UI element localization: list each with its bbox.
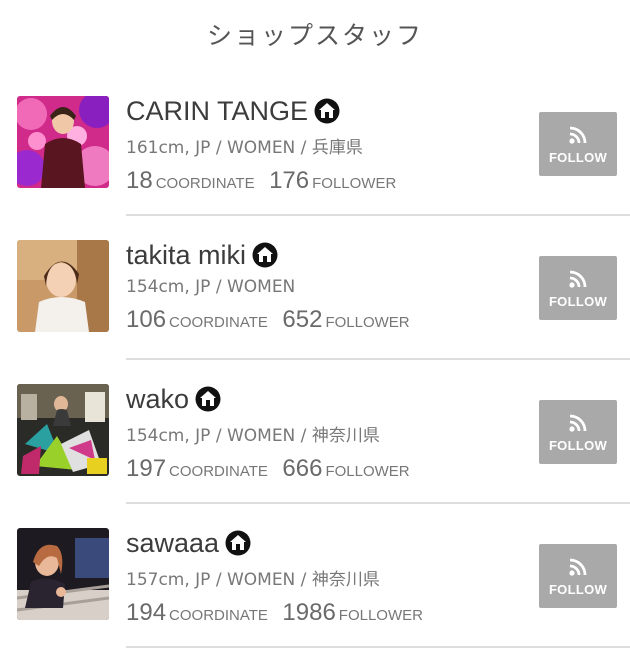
staff-list-item[interactable]: wako 154cm, JP / WOMEN / 神奈川県 197 COORDIN… (0, 360, 630, 504)
follow-button[interactable]: FOLLOW (539, 112, 617, 176)
staff-info: takita miki 154cm, JP / WOMEN 106 COORDIN… (126, 238, 526, 334)
staff-profile: 154cm, JP / WOMEN (126, 277, 296, 297)
follower-count: 1986 (282, 599, 336, 626)
name-row: CARIN TANGE (126, 94, 526, 128)
follow-label: FOLLOW (548, 438, 608, 453)
follow-button[interactable]: FOLLOW (539, 544, 617, 608)
staff-stats: 106 COORDINATE 652 FOLLOWER (126, 306, 526, 334)
staff-name[interactable]: takita miki (126, 240, 246, 271)
staff-info: wako 154cm, JP / WOMEN / 神奈川県 197 COORDIN… (126, 382, 526, 483)
follower-label: FOLLOWER (338, 607, 423, 624)
divider (126, 646, 630, 648)
staff-list-item[interactable]: sawaaa 157cm, JP / WOMEN / 神奈川県 194 COORD… (0, 504, 630, 648)
staff-list: CARIN TANGE 161cm, JP / WOMEN / 兵庫県 18 CO… (0, 72, 630, 648)
follow-button[interactable]: FOLLOW (539, 256, 617, 320)
staff-name[interactable]: sawaaa (126, 528, 219, 559)
follow-button[interactable]: FOLLOW (539, 400, 617, 464)
follower-count: 652 (282, 306, 323, 333)
name-row: sawaaa (126, 526, 526, 560)
coordinate-count: 194 (126, 599, 167, 626)
staff-stats: 197 COORDINATE 666 FOLLOWER (126, 455, 526, 483)
follow-label: FOLLOW (548, 150, 608, 165)
shop-house-icon (195, 386, 221, 412)
shop-staff-page: ショップスタッフ CARIN TANGE 161cm, JP / WOMEN /… (0, 0, 630, 661)
coordinate-count: 106 (126, 306, 167, 333)
page-title: ショップスタッフ (206, 21, 423, 50)
follower-label: FOLLOWER (312, 175, 397, 192)
coordinate-label: COORDINATE (155, 175, 255, 192)
coordinate-label: COORDINATE (169, 607, 268, 624)
follow-label: FOLLOW (548, 294, 608, 309)
staff-avatar[interactable] (17, 528, 109, 620)
staff-avatar[interactable] (17, 384, 109, 476)
coordinate-label: COORDINATE (169, 314, 268, 331)
coordinate-count: 18 (126, 167, 153, 194)
staff-stats: 18 COORDINATE 176 FOLLOWER (126, 167, 526, 195)
follower-count: 176 (269, 167, 310, 194)
staff-list-item[interactable]: CARIN TANGE 161cm, JP / WOMEN / 兵庫県 18 CO… (0, 72, 630, 216)
name-row: wako (126, 382, 526, 416)
staff-avatar[interactable] (17, 240, 109, 332)
follower-label: FOLLOWER (325, 314, 410, 331)
staff-profile: 154cm, JP / WOMEN / 神奈川県 (126, 426, 380, 446)
staff-profile: 161cm, JP / WOMEN / 兵庫県 (126, 138, 363, 158)
name-row: takita miki (126, 238, 526, 272)
rss-icon (568, 125, 588, 145)
staff-name[interactable]: wako (126, 384, 189, 415)
staff-info: CARIN TANGE 161cm, JP / WOMEN / 兵庫県 18 CO… (126, 94, 526, 195)
staff-stats: 194 COORDINATE 1986 FOLLOWER (126, 599, 526, 627)
staff-info: sawaaa 157cm, JP / WOMEN / 神奈川県 194 COORD… (126, 526, 526, 627)
rss-icon (568, 557, 588, 577)
staff-profile: 157cm, JP / WOMEN / 神奈川県 (126, 570, 380, 590)
follower-count: 666 (282, 455, 323, 482)
rss-icon (568, 269, 588, 289)
coordinate-label: COORDINATE (169, 463, 268, 480)
coordinate-count: 197 (126, 455, 167, 482)
shop-house-icon (314, 98, 340, 124)
staff-name[interactable]: CARIN TANGE (126, 96, 308, 127)
shop-house-icon (225, 530, 251, 556)
shop-house-icon (252, 242, 278, 268)
follower-label: FOLLOWER (325, 463, 410, 480)
staff-list-item[interactable]: takita miki 154cm, JP / WOMEN 106 COORDIN… (0, 216, 630, 360)
rss-icon (568, 413, 588, 433)
follow-label: FOLLOW (548, 582, 608, 597)
staff-avatar[interactable] (17, 96, 109, 188)
